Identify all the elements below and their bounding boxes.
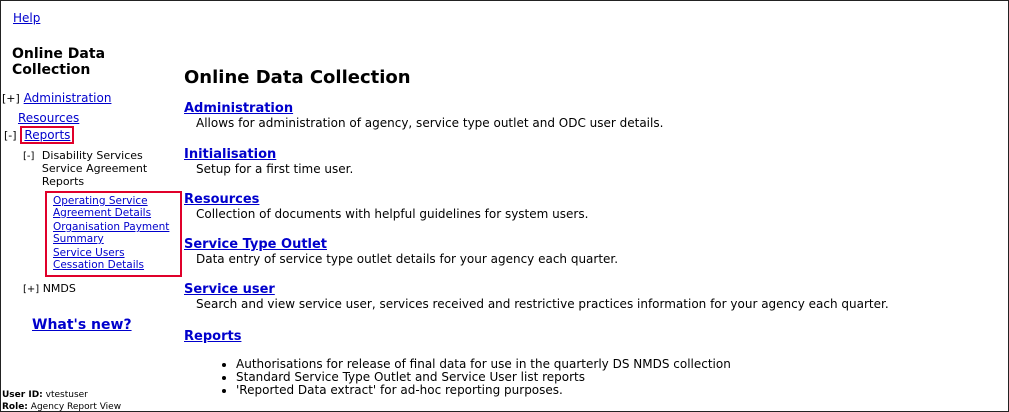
link-line2[interactable]: Agreement Details [53, 207, 151, 219]
link-line1[interactable]: Service Users [53, 247, 125, 259]
sub-group-line1: Disability Services [41, 149, 143, 162]
section-service-type-outlet: Service Type Outlet Data entry of servic… [184, 237, 618, 267]
sidebar-title: Online Data Collection [12, 46, 105, 78]
sidebar-item-resources[interactable]: Resources [18, 111, 79, 125]
section-service-user: Service user Search and view service use… [184, 282, 889, 312]
sub-group-line2: Service Agreement [41, 162, 148, 175]
service-user-link[interactable]: Service user [184, 282, 889, 297]
section-administration: Administration Allows for administration… [184, 101, 663, 131]
sidebar-item-label[interactable]: Resources [18, 111, 79, 125]
initialisation-link[interactable]: Initialisation [184, 147, 353, 162]
page-title: Online Data Collection [184, 67, 411, 88]
resources-link[interactable]: Resources [184, 192, 588, 207]
service-type-outlet-link[interactable]: Service Type Outlet [184, 237, 618, 252]
service-users-cessation-link[interactable]: Service Users Cessation Details [53, 247, 178, 271]
link-line2[interactable]: Summary [53, 233, 104, 245]
expand-toggle[interactable]: [+] [2, 92, 20, 105]
user-id-label: User ID: [2, 390, 43, 400]
expand-toggle[interactable]: [+] [23, 284, 39, 295]
role-label: Role: [2, 402, 28, 412]
role-value: Agency Report View [30, 402, 122, 412]
section-resources: Resources Collection of documents with h… [184, 192, 588, 222]
sidebar-item-nmds[interactable]: [+] NMDS [23, 282, 76, 295]
help-link[interactable]: Help [13, 11, 40, 25]
section-reports: Reports [184, 329, 241, 344]
link-line1[interactable]: Organisation Payment [53, 221, 169, 233]
link-line1[interactable]: Operating Service [53, 195, 148, 207]
user-info: User ID: vtestuser Role: Agency Report V… [2, 389, 122, 412]
sidebar: Help Online Data Collection [+] Administ… [1, 1, 182, 412]
list-item: 'Reported Data extract' for ad-hoc repor… [236, 384, 731, 397]
sidebar-item-label[interactable]: Reports [20, 126, 75, 144]
link-line2[interactable]: Cessation Details [53, 259, 144, 271]
page-frame: Help Online Data Collection [+] Administ… [0, 0, 1009, 412]
sub-group-line3: Reports [41, 175, 85, 188]
administration-link[interactable]: Administration [184, 101, 663, 116]
collapse-toggle[interactable]: [-] [23, 151, 34, 162]
reports-link[interactable]: Reports [184, 329, 241, 344]
section-description: Search and view service user, services r… [196, 297, 889, 311]
organisation-payment-summary-link[interactable]: Organisation Payment Summary [53, 221, 178, 245]
report-links-box: Operating Service Agreement Details Orga… [45, 191, 182, 277]
sidebar-item-label[interactable]: NMDS [43, 282, 76, 295]
sub-group-disability-services: [-] Disability Services Service Agreemen… [23, 149, 147, 188]
whats-new-link[interactable]: What's new? [32, 317, 132, 333]
section-description: Allows for administration of agency, ser… [196, 116, 664, 130]
operating-service-agreement-link[interactable]: Operating Service Agreement Details [53, 195, 178, 219]
sidebar-item-administration[interactable]: [+] Administration [2, 91, 111, 105]
sidebar-item-label[interactable]: Administration [24, 91, 112, 105]
sidebar-title-line2: Collection [12, 62, 91, 78]
section-description: Collection of documents with helpful gui… [196, 207, 589, 221]
section-description: Data entry of service type outlet detail… [196, 252, 619, 266]
reports-bullet-list: Authorisations for release of final data… [224, 358, 731, 397]
section-description: Setup for a first time user. [196, 162, 354, 176]
section-initialisation: Initialisation Setup for a first time us… [184, 147, 353, 177]
sidebar-item-reports[interactable]: [-] Reports [4, 126, 75, 144]
collapse-toggle[interactable]: [-] [4, 129, 17, 142]
main-content: Online Data Collection Administration Al… [184, 1, 1004, 411]
user-id-value: vtestuser [45, 390, 88, 400]
sidebar-title-line1: Online Data [12, 46, 106, 62]
